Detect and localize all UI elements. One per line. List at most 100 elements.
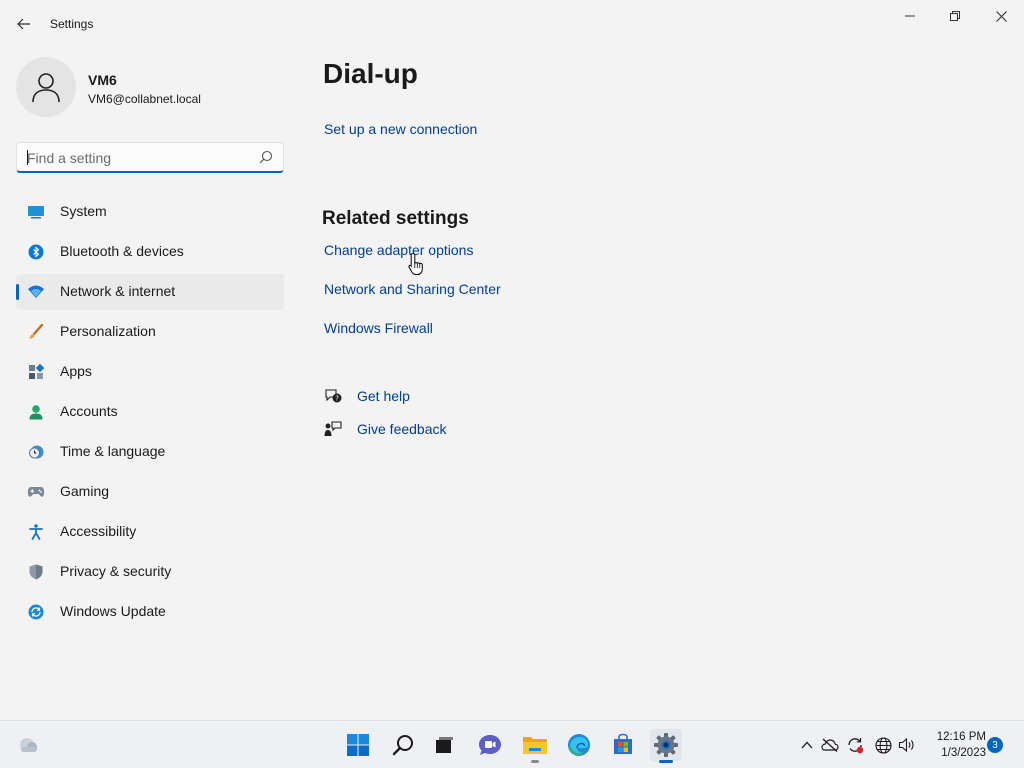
- change-adapter-options-link[interactable]: Change adapter options: [324, 242, 473, 258]
- sidebar-nav: System Bluetooth & devices Network & int…: [16, 194, 284, 634]
- task-view-button[interactable]: [428, 729, 460, 761]
- chat-button[interactable]: [474, 729, 506, 761]
- edge-icon: [568, 734, 590, 756]
- gamepad-icon: [27, 484, 45, 500]
- sidebar-item-bluetooth-devices[interactable]: Bluetooth & devices: [16, 234, 284, 270]
- user-email: VM6@collabnet.local: [88, 92, 201, 106]
- get-help-link[interactable]: ? Get help: [324, 387, 524, 407]
- restore-icon: [950, 11, 960, 21]
- taskbar: 12:16 PM 1/3/2023 3: [0, 720, 1024, 768]
- language-network-button[interactable]: [874, 736, 892, 754]
- sidebar-item-personalization[interactable]: Personalization: [16, 314, 284, 350]
- volume-button[interactable]: [898, 736, 916, 754]
- back-arrow-icon: [17, 18, 30, 30]
- accounts-icon: [27, 404, 45, 420]
- active-app-indicator: [659, 760, 673, 763]
- sidebar-item-privacy-security[interactable]: Privacy & security: [16, 554, 284, 590]
- get-help-label: Get help: [357, 388, 410, 404]
- settings-icon: [654, 733, 678, 757]
- chevron-up-icon: [801, 741, 813, 749]
- sidebar-item-label: Network & internet: [60, 283, 176, 299]
- search-icon: [392, 735, 413, 756]
- sync-status-button[interactable]: [846, 736, 864, 754]
- sidebar-item-gaming[interactable]: Gaming: [16, 474, 284, 510]
- brush-icon: [27, 324, 45, 340]
- start-icon: [347, 734, 369, 756]
- sidebar-item-label: Windows Update: [60, 603, 166, 619]
- bluetooth-icon: [27, 244, 45, 260]
- active-indicator: [16, 284, 19, 300]
- start-button[interactable]: [342, 729, 374, 761]
- clock-date: 1/3/2023: [941, 747, 986, 759]
- globe-icon: [874, 736, 892, 754]
- onedrive-status-button[interactable]: [821, 736, 839, 754]
- file-explorer-button[interactable]: [519, 729, 551, 763]
- user-name: VM6: [88, 72, 117, 88]
- back-button[interactable]: [10, 10, 38, 38]
- sync-icon: [848, 738, 864, 754]
- close-button[interactable]: [978, 0, 1024, 32]
- sidebar-item-label: Personalization: [60, 323, 156, 339]
- help-chat-icon: ?: [325, 389, 342, 403]
- sidebar-item-label: System: [60, 203, 107, 219]
- chat-icon: [479, 735, 501, 755]
- sidebar-item-label: Time & language: [60, 443, 166, 459]
- sidebar-item-network-internet[interactable]: Network & internet: [16, 274, 284, 310]
- network-sharing-center-link[interactable]: Network and Sharing Center: [324, 281, 501, 297]
- title-bar: Settings: [0, 0, 1024, 48]
- sidebar-item-label: Accounts: [60, 403, 118, 419]
- weather-widget-button[interactable]: [12, 729, 44, 761]
- sidebar-item-time-language[interactable]: Time & language: [16, 434, 284, 470]
- sidebar-item-apps[interactable]: Apps: [16, 354, 284, 390]
- sidebar-item-label: Privacy & security: [60, 563, 172, 579]
- store-button[interactable]: [607, 729, 639, 761]
- clock-time: 12:16 PM: [936, 731, 986, 743]
- file-explorer-icon: [523, 737, 547, 754]
- clock[interactable]: 12:16 PM 1/3/2023: [930, 729, 986, 761]
- edge-button[interactable]: [563, 729, 595, 761]
- sidebar-item-label: Bluetooth & devices: [60, 243, 184, 259]
- user-profile[interactable]: VM6 VM6@collabnet.local: [16, 57, 286, 117]
- apps-icon: [27, 364, 45, 380]
- windows-firewall-link[interactable]: Windows Firewall: [324, 320, 433, 336]
- taskbar-search-button[interactable]: [387, 729, 419, 761]
- settings-taskbar-button[interactable]: [650, 729, 682, 763]
- store-icon: [614, 733, 632, 754]
- running-indicator: [531, 760, 539, 763]
- sidebar-item-label: Accessibility: [60, 523, 137, 539]
- related-settings-heading: Related settings: [322, 208, 469, 229]
- give-feedback-label: Give feedback: [357, 421, 447, 437]
- sidebar-item-windows-update[interactable]: Windows Update: [16, 594, 284, 630]
- sidebar-item-accessibility[interactable]: Accessibility: [16, 514, 284, 550]
- search-box[interactable]: [16, 142, 284, 173]
- weather-cloud-icon: [20, 738, 37, 752]
- avatar: [16, 57, 76, 117]
- minimize-button[interactable]: [887, 0, 933, 32]
- page-title: Dial-up: [323, 58, 418, 89]
- update-icon: [27, 604, 45, 620]
- accessibility-icon: [27, 524, 45, 540]
- restore-button[interactable]: [932, 0, 978, 32]
- notification-badge[interactable]: 3: [987, 737, 1003, 753]
- network-off-icon: [821, 738, 839, 752]
- search-input[interactable]: [27, 149, 247, 167]
- user-icon: [32, 73, 60, 103]
- show-hidden-icons-button[interactable]: [798, 736, 816, 754]
- sidebar-item-system[interactable]: System: [16, 194, 284, 230]
- hand-pointer-icon: [408, 252, 423, 275]
- search-icon[interactable]: [259, 150, 273, 164]
- clock-globe-icon: [27, 444, 45, 460]
- app-title: Settings: [50, 17, 94, 31]
- sidebar-item-accounts[interactable]: Accounts: [16, 394, 284, 430]
- task-view-icon: [436, 737, 453, 753]
- give-feedback-link[interactable]: Give feedback: [324, 420, 524, 440]
- sidebar-item-label: Apps: [60, 363, 92, 379]
- text-caret: [27, 150, 28, 165]
- minimize-icon: [905, 15, 915, 17]
- wifi-icon: [27, 284, 45, 300]
- feedback-icon: [324, 421, 342, 436]
- sidebar-item-label: Gaming: [60, 483, 110, 499]
- volume-icon: [898, 737, 914, 753]
- setup-new-connection-link[interactable]: Set up a new connection: [324, 121, 477, 137]
- shield-icon: [27, 564, 45, 580]
